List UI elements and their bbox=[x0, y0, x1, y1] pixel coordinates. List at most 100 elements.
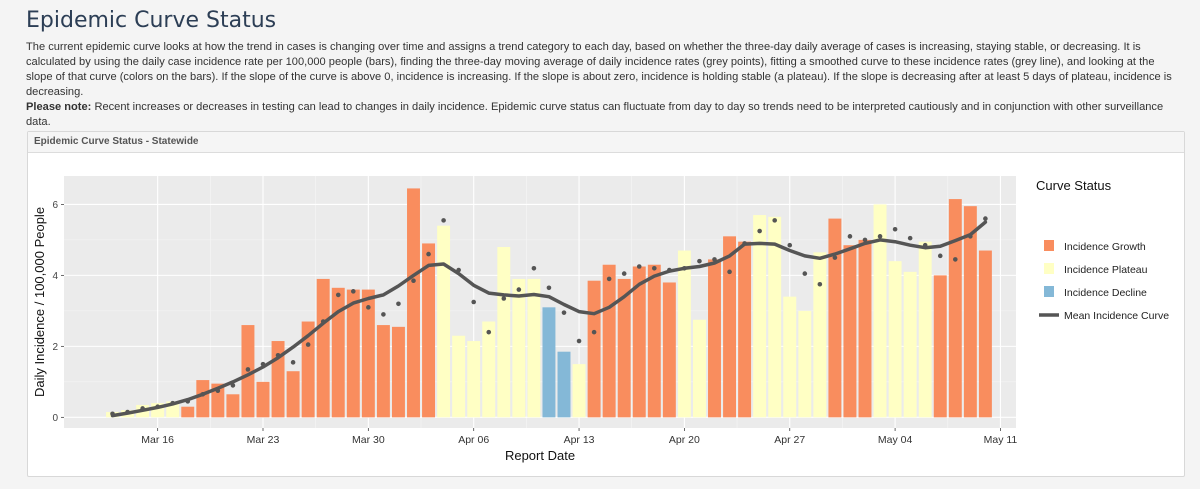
legend-label: Mean Incidence Curve bbox=[1064, 310, 1169, 322]
x-tick-label: Apr 27 bbox=[774, 434, 805, 446]
note-text: Recent increases or decreases in testing… bbox=[26, 101, 1164, 128]
bar bbox=[903, 271, 917, 418]
average-point bbox=[381, 312, 386, 317]
note-label: Please note: bbox=[26, 101, 92, 113]
average-point bbox=[712, 257, 717, 262]
bar bbox=[753, 215, 767, 418]
bar bbox=[858, 239, 872, 418]
average-point bbox=[110, 411, 115, 417]
bar bbox=[542, 307, 556, 418]
bar bbox=[708, 259, 721, 418]
average-point bbox=[275, 352, 281, 358]
average-point bbox=[983, 216, 988, 221]
bar bbox=[226, 394, 240, 418]
y-tick-label: 2 bbox=[52, 342, 58, 353]
intro-text: The current epidemic curve looks at how … bbox=[26, 40, 1181, 130]
legend-swatch bbox=[1044, 240, 1054, 251]
bar bbox=[692, 319, 706, 418]
bar bbox=[677, 250, 691, 418]
average-point bbox=[636, 264, 642, 269]
average-point bbox=[757, 228, 762, 234]
bar bbox=[813, 252, 827, 418]
bar bbox=[437, 225, 451, 418]
bar bbox=[196, 380, 210, 418]
bar bbox=[662, 282, 676, 418]
bar bbox=[572, 364, 586, 418]
average-point bbox=[847, 234, 853, 239]
average-point bbox=[230, 383, 236, 388]
bar bbox=[647, 264, 661, 418]
average-point bbox=[185, 399, 191, 404]
bar bbox=[978, 250, 992, 418]
bar bbox=[738, 241, 752, 418]
average-point bbox=[486, 329, 492, 335]
average-point bbox=[426, 251, 431, 257]
average-point bbox=[366, 305, 371, 310]
average-point bbox=[531, 265, 537, 271]
average-point bbox=[862, 237, 868, 243]
legend-label: Incidence Plateau bbox=[1064, 264, 1148, 276]
y-tick-label: 4 bbox=[52, 271, 58, 282]
panel-title: Epidemic Curve Status - Statewide bbox=[28, 132, 1184, 153]
average-point bbox=[667, 267, 672, 273]
average-point bbox=[471, 299, 477, 305]
average-point bbox=[411, 278, 416, 284]
average-point bbox=[125, 409, 130, 415]
average-point bbox=[832, 255, 838, 260]
average-point bbox=[937, 253, 943, 259]
average-point bbox=[772, 218, 777, 223]
x-tick-label: Mar 16 bbox=[141, 434, 174, 446]
average-point bbox=[591, 329, 597, 335]
average-point bbox=[561, 310, 567, 315]
x-tick-label: Apr 13 bbox=[564, 434, 595, 446]
x-tick-label: Mar 23 bbox=[247, 434, 280, 446]
average-point bbox=[652, 265, 657, 271]
average-point bbox=[260, 361, 266, 367]
legend-label: Incidence Decline bbox=[1064, 287, 1147, 299]
chart-panel: Epidemic Curve Status - Statewide 0 2 4 6 Ma… bbox=[27, 131, 1185, 477]
average-point bbox=[922, 242, 928, 248]
epidemic-curve-chart: 0 2 4 6 Mar 16 Mar 23 Mar 30 Apr 06 Apr 13 Apr 20… bbox=[32, 176, 1169, 463]
x-tick-label: May 11 bbox=[984, 434, 1018, 446]
average-point bbox=[335, 292, 341, 298]
average-point bbox=[787, 242, 793, 248]
y-axis-title: Daily Incidence / 100,000 People bbox=[32, 207, 47, 397]
description-paragraph: The current epidemic curve looks at how … bbox=[26, 41, 1172, 98]
x-axis-title: Report Date bbox=[505, 448, 575, 463]
average-point bbox=[621, 271, 627, 276]
average-point bbox=[441, 218, 446, 223]
bar bbox=[843, 245, 857, 418]
bar bbox=[888, 261, 902, 418]
x-tick-label: Apr 06 bbox=[458, 434, 489, 446]
legend-title: Curve Status bbox=[1036, 178, 1112, 193]
average-point bbox=[140, 406, 145, 411]
average-point bbox=[546, 285, 552, 291]
average-point bbox=[892, 226, 898, 232]
average-point bbox=[802, 271, 808, 276]
average-point bbox=[501, 296, 507, 301]
bar bbox=[391, 326, 405, 418]
bar bbox=[316, 278, 330, 418]
x-tick-label: Apr 20 bbox=[669, 434, 700, 446]
bar bbox=[948, 199, 962, 418]
average-point bbox=[697, 258, 702, 264]
y-tick-label: 0 bbox=[52, 413, 58, 424]
average-point bbox=[682, 265, 687, 271]
average-point bbox=[245, 367, 251, 372]
bar bbox=[256, 381, 270, 418]
bar bbox=[512, 278, 526, 418]
bar bbox=[181, 406, 195, 418]
average-point bbox=[456, 267, 461, 273]
legend-swatch bbox=[1044, 286, 1054, 297]
average-point bbox=[320, 319, 326, 324]
average-point bbox=[953, 257, 958, 262]
bar bbox=[602, 264, 616, 418]
page-title: Epidemic Curve Status bbox=[26, 8, 277, 33]
average-point bbox=[817, 281, 823, 287]
note-paragraph: Please note: Recent increases or decreas… bbox=[26, 100, 1181, 130]
bar bbox=[783, 296, 797, 418]
average-point bbox=[305, 342, 311, 347]
bar bbox=[346, 289, 360, 418]
bar bbox=[407, 188, 420, 418]
bar bbox=[918, 241, 932, 418]
